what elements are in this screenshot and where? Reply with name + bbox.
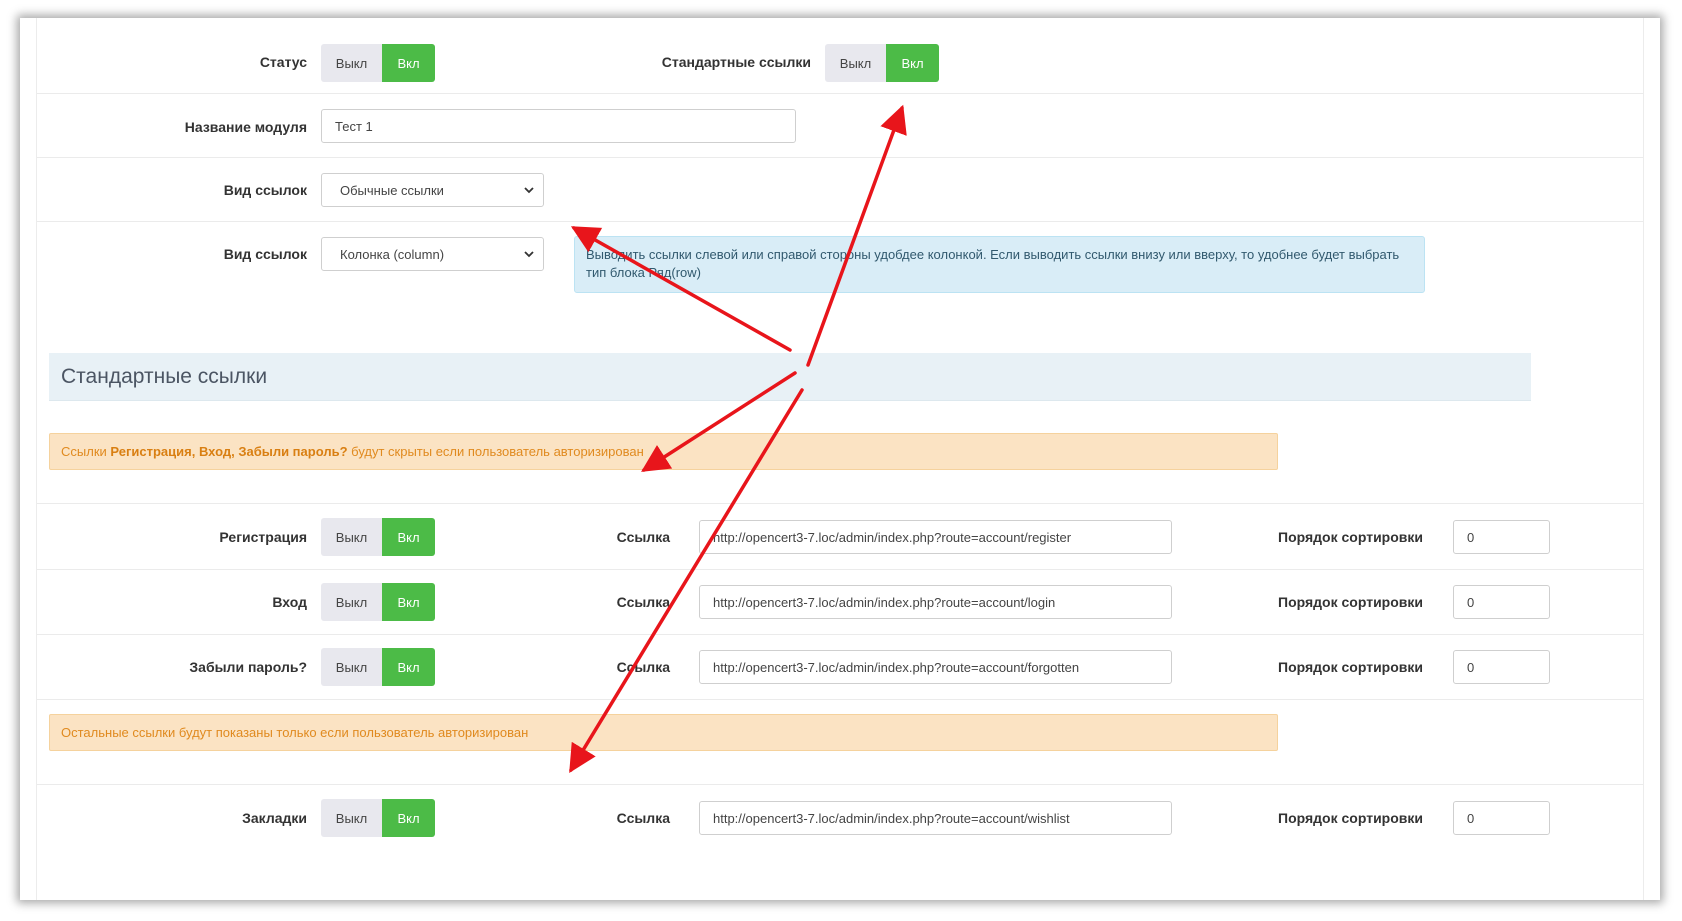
status-toggle[interactable]: Выкл Вкл: [321, 44, 435, 82]
login-toggle[interactable]: Выкл Вкл: [321, 583, 435, 621]
link-row-register: Регистрация Выкл Вкл Ссылка http://openc…: [37, 503, 1643, 570]
screenshot-frame: Статус Выкл Вкл Стандартные ссылки Выкл …: [20, 18, 1660, 900]
link-row-wishlist: Закладки Выкл Вкл Ссылка http://opencert…: [37, 784, 1643, 865]
standard-links-on-button[interactable]: Вкл: [886, 44, 939, 82]
notice-hidden-links: Ссылки Регистрация, Вход, Забыли пароль?…: [49, 433, 1278, 470]
login-on-button[interactable]: Вкл: [382, 583, 435, 621]
forgotten-off-button[interactable]: Выкл: [321, 648, 382, 686]
standard-links-off-button[interactable]: Выкл: [825, 44, 886, 82]
wishlist-on-button[interactable]: Вкл: [382, 799, 435, 837]
notice-prefix: Ссылки: [61, 444, 107, 459]
link-view-select[interactable]: Обычные ссылки: [321, 173, 544, 207]
link-layout-select[interactable]: Колонка (column): [321, 237, 544, 271]
status-on-button[interactable]: Вкл: [382, 44, 435, 82]
forgotten-toggle[interactable]: Выкл Вкл: [321, 648, 435, 686]
notice-authorized-links: Остальные ссылки будут показаны только е…: [49, 714, 1278, 751]
link-url-label: Ссылка: [616, 659, 670, 675]
sort-order-label: Порядок сортировки: [1278, 529, 1423, 545]
notice-bold: Регистрация, Вход, Забыли пароль?: [110, 444, 348, 459]
status-row: Статус Выкл Вкл Стандартные ссылки Выкл …: [37, 18, 1643, 94]
link-name-label: Регистрация: [219, 529, 307, 545]
sort-order-label: Порядок сортировки: [1278, 810, 1423, 826]
register-url-input[interactable]: http://opencert3-7.loc/admin/index.php?r…: [699, 520, 1172, 554]
wishlist-url-input[interactable]: http://opencert3-7.loc/admin/index.php?r…: [699, 801, 1172, 835]
link-view-label: Вид ссылок: [223, 182, 307, 198]
sort-order-label: Порядок сортировки: [1278, 659, 1423, 675]
link-layout-label: Вид ссылок: [223, 246, 307, 262]
wishlist-sort-input[interactable]: 0: [1453, 801, 1550, 835]
chevron-down-icon: [524, 187, 534, 194]
standard-links-label: Стандартные ссылки: [661, 54, 811, 70]
standard-links-toggle[interactable]: Выкл Вкл: [825, 44, 939, 82]
module-name-row: Название модуля Тест 1: [37, 94, 1643, 158]
section-title: Стандартные ссылки: [61, 365, 268, 388]
wishlist-toggle[interactable]: Выкл Вкл: [321, 799, 435, 837]
section-header: Стандартные ссылки: [49, 353, 1531, 401]
forgotten-on-button[interactable]: Вкл: [382, 648, 435, 686]
chevron-down-icon: [524, 251, 534, 258]
status-off-button[interactable]: Выкл: [321, 44, 382, 82]
forgotten-sort-input[interactable]: 0: [1453, 650, 1550, 684]
notice-suffix: будут скрыты если пользователь авторизир…: [351, 444, 644, 459]
link-url-label: Ссылка: [616, 594, 670, 610]
login-off-button[interactable]: Выкл: [321, 583, 382, 621]
link-name-label: Закладки: [242, 810, 307, 826]
login-url-input[interactable]: http://opencert3-7.loc/admin/index.php?r…: [699, 585, 1172, 619]
link-row-forgotten: Забыли пароль? Выкл Вкл Ссылка http://op…: [37, 635, 1643, 700]
register-toggle[interactable]: Выкл Вкл: [321, 518, 435, 556]
link-name-label: Забыли пароль?: [189, 659, 307, 675]
register-off-button[interactable]: Выкл: [321, 518, 382, 556]
login-sort-input[interactable]: 0: [1453, 585, 1550, 619]
layout-hint-box: Выводить ссылки слевой или справой сторо…: [574, 236, 1425, 293]
wishlist-off-button[interactable]: Выкл: [321, 799, 382, 837]
module-settings-form: Статус Выкл Вкл Стандартные ссылки Выкл …: [36, 18, 1644, 900]
forgotten-url-input[interactable]: http://opencert3-7.loc/admin/index.php?r…: [699, 650, 1172, 684]
link-layout-row: Вид ссылок Колонка (column) Выводить ссы…: [37, 222, 1643, 332]
link-view-selected: Обычные ссылки: [340, 182, 444, 198]
module-name-input[interactable]: Тест 1: [321, 109, 796, 143]
module-name-label: Название модуля: [184, 119, 307, 135]
register-sort-input[interactable]: 0: [1453, 520, 1550, 554]
link-url-label: Ссылка: [616, 810, 670, 826]
link-url-label: Ссылка: [616, 529, 670, 545]
link-row-login: Вход Выкл Вкл Ссылка http://opencert3-7.…: [37, 569, 1643, 635]
status-label: Статус: [259, 54, 307, 70]
link-view-row: Вид ссылок Обычные ссылки: [37, 158, 1643, 222]
register-on-button[interactable]: Вкл: [382, 518, 435, 556]
link-layout-selected: Колонка (column): [340, 246, 445, 262]
sort-order-label: Порядок сортировки: [1278, 594, 1423, 610]
link-name-label: Вход: [272, 594, 307, 610]
